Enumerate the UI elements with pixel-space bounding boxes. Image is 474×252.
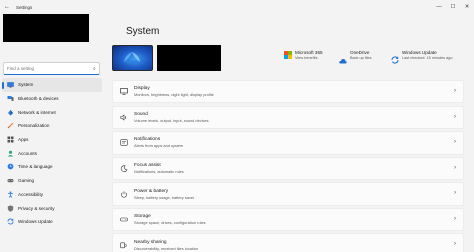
globe-clock-icon [7, 163, 14, 170]
quick-link-onedrive[interactable]: OneDrive Back up files [339, 50, 372, 64]
monitor-icon [120, 88, 128, 96]
windows-bloom-image [124, 52, 140, 64]
card-subtitle: Discoverability, received files location [134, 245, 199, 251]
chevron-right-icon: › [454, 139, 456, 146]
card-nearby-sharing[interactable]: Nearby sharing Discoverability, received… [112, 233, 464, 252]
quick-link-windows-update[interactable]: Windows Update Last checked: 15 minutes … [391, 50, 453, 64]
maximize-button[interactable]: ☐ [446, 0, 460, 14]
sidebar-item-accessibility[interactable]: Accessibility [2, 188, 102, 202]
apps-icon [7, 136, 14, 143]
storage-drive-icon [120, 216, 128, 224]
sidebar-item-label: Accounts [18, 150, 37, 156]
chevron-right-icon: › [454, 113, 456, 120]
card-subtitle: Notifications, automatic rules [134, 168, 184, 174]
brush-icon [7, 122, 14, 129]
notification-icon [120, 139, 128, 147]
quick-link-microsoft-365[interactable]: Microsoft 365 View benefits [284, 50, 323, 61]
sidebar-item-label: Network & internet [18, 109, 56, 115]
sidebar-item-label: Apps [18, 137, 29, 143]
chevron-right-icon: › [454, 215, 456, 222]
device-wallpaper-thumbnail [112, 45, 153, 71]
sidebar-item-label: Accessibility [18, 191, 44, 197]
card-subtitle: Monitors, brightness, night light, displ… [134, 92, 214, 98]
power-icon [120, 190, 128, 198]
sidebar-item-gaming[interactable]: Gaming [2, 174, 102, 188]
quick-link-subtitle: View benefits [295, 56, 318, 60]
quick-link-subtitle: Back up files [350, 56, 372, 60]
chevron-right-icon: › [454, 241, 456, 248]
sidebar-item-system[interactable]: System [2, 78, 102, 92]
app-title: Settings [16, 4, 33, 10]
sidebar-item-windows-update[interactable]: Windows Update [2, 215, 102, 229]
settings-window: ← Settings — ☐ ✕ ⌕ System Bl [0, 0, 474, 252]
shield-icon [7, 204, 14, 212]
sidebar-item-apps[interactable]: Apps [2, 133, 102, 147]
chevron-right-icon: › [454, 190, 456, 197]
settings-list: Display Monitors, brightness, night ligh… [112, 80, 464, 252]
gamepad-icon [7, 177, 14, 184]
onedrive-cloud-icon [339, 51, 347, 64]
sidebar-item-label: System [18, 82, 34, 88]
speaker-icon [120, 113, 128, 121]
sidebar-item-personalization[interactable]: Personalization [2, 119, 102, 133]
sidebar-item-bluetooth-devices[interactable]: Bluetooth & devices [2, 92, 102, 106]
account-profile-redacted[interactable] [3, 14, 89, 42]
sidebar-item-label: Bluetooth & devices [18, 96, 59, 102]
main-content: System Microsoft 365 View benefits OneDr… [104, 14, 474, 252]
card-focus-assist[interactable]: Focus assist Notifications, automatic ru… [112, 156, 464, 181]
card-storage[interactable]: Storage Storage space, drives, configura… [112, 207, 464, 232]
sidebar-item-label: Privacy & security [18, 205, 55, 211]
windows-update-icon [7, 218, 14, 225]
minimize-button[interactable]: — [432, 0, 446, 14]
windows-update-icon [391, 51, 399, 64]
page-title: System [126, 26, 160, 37]
network-icon [7, 109, 14, 116]
card-sound[interactable]: Sound Volume levels, output, input, soun… [112, 105, 464, 129]
sidebar-item-privacy-security[interactable]: Privacy & security [2, 201, 102, 215]
card-subtitle: Alerts from apps and system [134, 143, 184, 149]
accessibility-icon [7, 191, 14, 198]
sidebar-item-accounts[interactable]: Accounts [2, 146, 102, 160]
sidebar-item-label: Gaming [18, 178, 35, 184]
title-bar: ← Settings — ☐ ✕ [0, 0, 474, 14]
search-input[interactable] [7, 66, 93, 71]
card-notifications[interactable]: Notifications Alerts from apps and syste… [112, 131, 464, 155]
card-subtitle: Storage space, drives, configuration rul… [134, 220, 206, 226]
quick-link-subtitle: Last checked: 15 minutes ago [402, 56, 453, 60]
sidebar-item-label: Time & language [18, 164, 53, 170]
accounts-icon [7, 150, 14, 157]
sidebar-item-network-internet[interactable]: Network & internet [2, 105, 102, 119]
sidebar: ⌕ System Bluetooth & devices Network & i… [0, 14, 104, 252]
chevron-right-icon: › [454, 164, 456, 171]
card-subtitle: Sleep, battery usage, battery saver [134, 194, 195, 200]
card-power-battery[interactable]: Power & battery Sleep, battery usage, ba… [112, 182, 464, 206]
card-subtitle: Volume levels, output, input, sound devi… [134, 117, 209, 123]
back-arrow-icon[interactable]: ← [0, 0, 14, 14]
window-controls: — ☐ ✕ [432, 0, 474, 14]
sidebar-nav: System Bluetooth & devices Network & int… [0, 78, 104, 229]
nearby-sharing-icon [120, 241, 128, 249]
close-button[interactable]: ✕ [460, 0, 474, 14]
sidebar-item-label: Windows Update [18, 219, 53, 225]
bluetooth-devices-icon [7, 95, 14, 102]
system-icon [7, 81, 14, 88]
search-icon[interactable]: ⌕ [93, 66, 96, 72]
sidebar-item-time-language[interactable]: Time & language [2, 160, 102, 174]
device-name-redacted[interactable] [157, 45, 221, 71]
card-display[interactable]: Display Monitors, brightness, night ligh… [112, 80, 464, 104]
chevron-right-icon: › [454, 88, 456, 94]
microsoft-logo-icon [284, 51, 292, 59]
sidebar-item-label: Personalization [18, 123, 50, 129]
search-box[interactable]: ⌕ [3, 62, 100, 75]
moon-icon [120, 164, 128, 172]
